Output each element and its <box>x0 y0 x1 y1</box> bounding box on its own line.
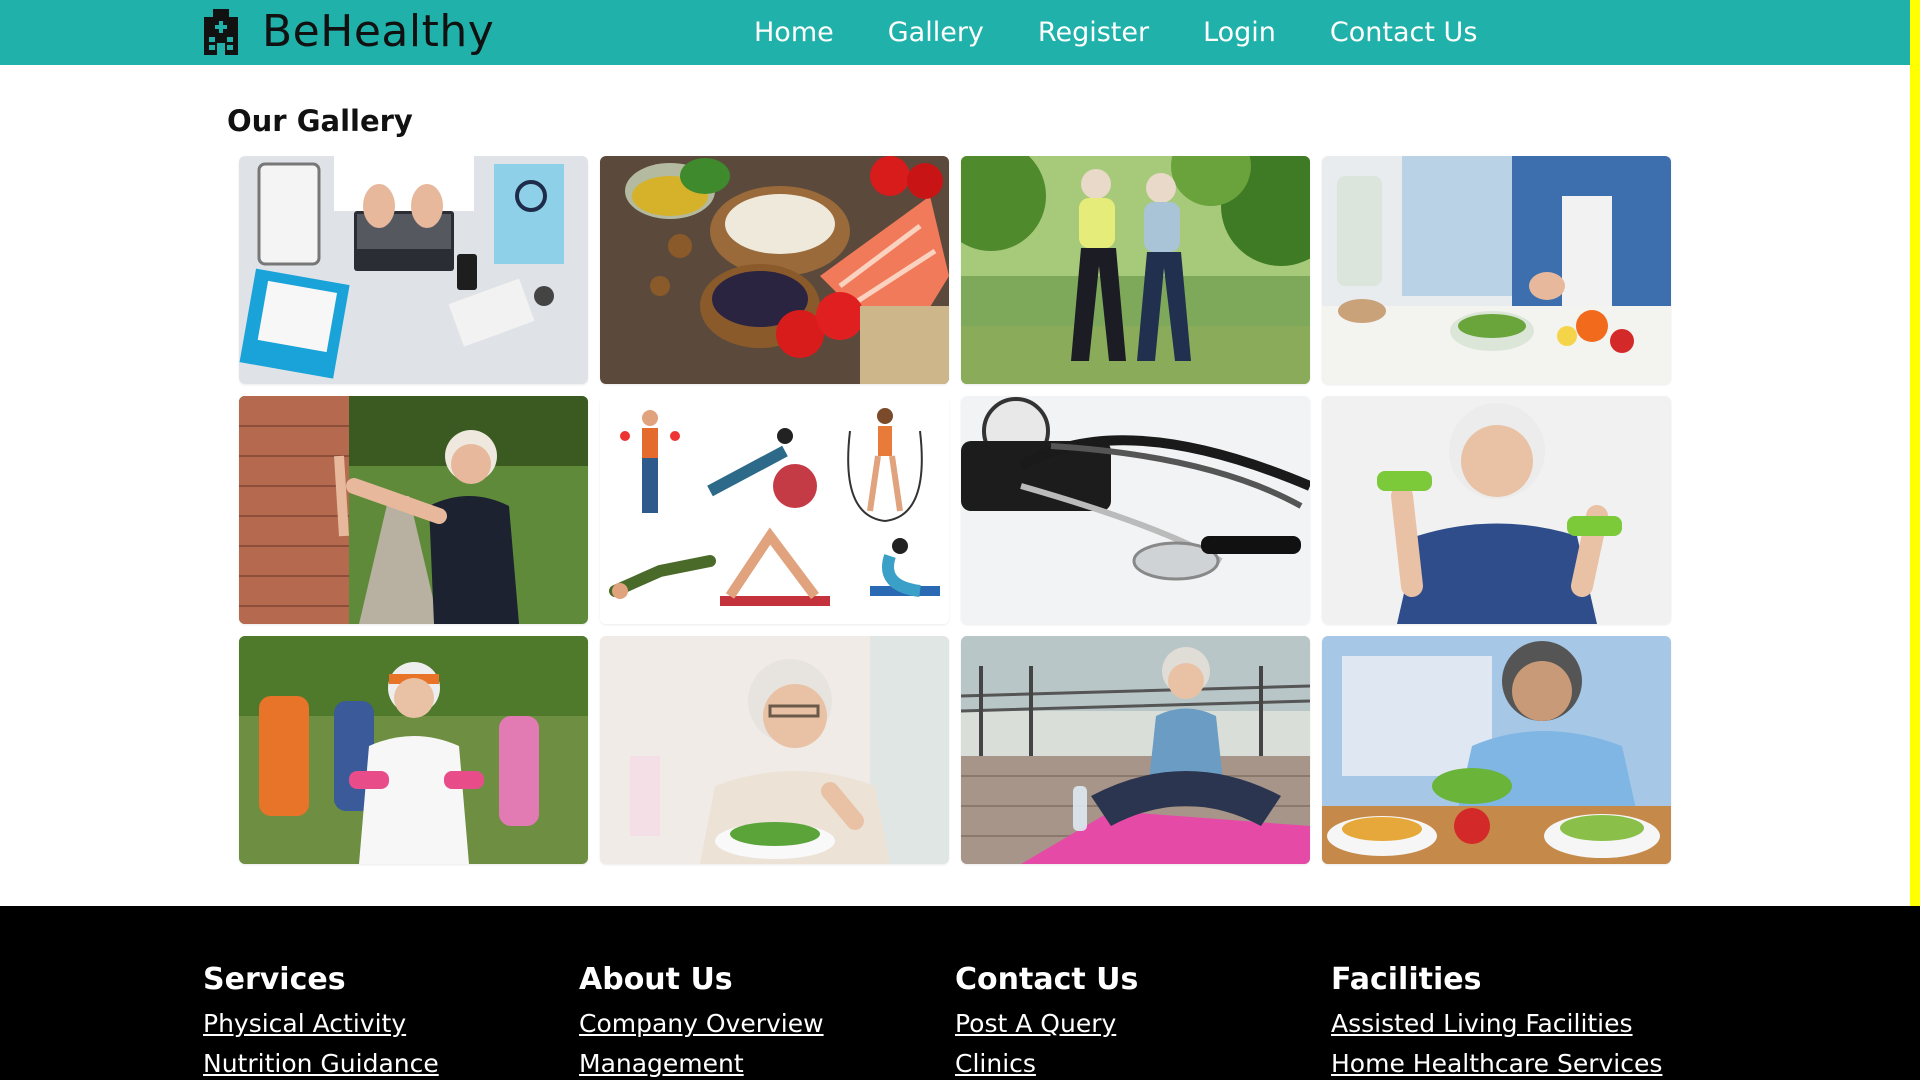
senior-dumbbells-photo[interactable] <box>1322 396 1671 624</box>
footer-heading-about-us: About Us <box>579 962 733 997</box>
nav-register-link[interactable]: Register <box>1038 17 1149 48</box>
nav-links: Home Gallery Register Login Contact Us <box>754 0 1531 65</box>
footer-link-home-healthcare-services[interactable]: Home Healthcare Services <box>1331 1044 1662 1080</box>
footer-heading-facilities: Facilities <box>1331 962 1482 997</box>
healthy-food-salmon-photo[interactable] <box>600 156 949 384</box>
footer-link-clinics[interactable]: Clinics <box>955 1044 1138 1080</box>
nav-login-link[interactable]: Login <box>1203 17 1276 48</box>
footer-col-about-us: About Us Company Overview Management <box>579 960 824 1080</box>
exercise-illustrations-image[interactable] <box>600 396 949 624</box>
doctor-desk-laptop-photo[interactable] <box>239 156 588 384</box>
nav-contact-us-link[interactable]: Contact Us <box>1330 17 1477 48</box>
footer: Services Physical Activity Nutrition Gui… <box>0 906 1920 1080</box>
brand-name: BeHealthy <box>262 6 495 57</box>
footer-link-company-overview[interactable]: Company Overview <box>579 1004 824 1044</box>
navbar: BeHealthy Home Gallery Register Login Co… <box>0 0 1910 65</box>
seniors-walking-park-photo[interactable] <box>961 156 1310 384</box>
footer-link-post-a-query[interactable]: Post A Query <box>955 1004 1138 1044</box>
gallery-grid <box>239 156 1671 864</box>
gallery-title: Our Gallery <box>227 104 413 138</box>
senior-stretching-wall-photo[interactable] <box>239 396 588 624</box>
footer-link-nutrition-guidance[interactable]: Nutrition Guidance <box>203 1044 439 1080</box>
footer-link-management[interactable]: Management <box>579 1044 824 1080</box>
senior-yoga-mat-photo[interactable] <box>961 636 1310 864</box>
footer-heading-contact-us: Contact Us <box>955 962 1139 997</box>
footer-link-assisted-living-facilities[interactable]: Assisted Living Facilities <box>1331 1004 1662 1044</box>
hospital-building-icon <box>204 9 238 55</box>
nav-home-link[interactable]: Home <box>754 17 834 48</box>
footer-heading-services: Services <box>203 962 346 997</box>
brand[interactable]: BeHealthy <box>202 6 494 58</box>
nav-gallery-link[interactable]: Gallery <box>888 17 984 48</box>
footer-col-contact-us: Contact Us Post A Query Clinics <box>955 960 1138 1080</box>
stethoscope-photo[interactable] <box>961 396 1310 624</box>
footer-col-services: Services Physical Activity Nutrition Gui… <box>203 960 439 1080</box>
senior-group-exercise-photo[interactable] <box>239 636 588 864</box>
footer-link-physical-activity[interactable]: Physical Activity <box>203 1004 439 1044</box>
page: BeHealthy Home Gallery Register Login Co… <box>0 0 1920 1080</box>
senior-eating-salad-photo[interactable] <box>600 636 949 864</box>
accent-strip <box>1910 0 1920 942</box>
footer-col-facilities: Facilities Assisted Living Facilities Ho… <box>1331 960 1662 1080</box>
couple-cooking-salad-photo[interactable] <box>1322 156 1671 384</box>
patient-hospital-meal-photo[interactable] <box>1322 636 1671 864</box>
